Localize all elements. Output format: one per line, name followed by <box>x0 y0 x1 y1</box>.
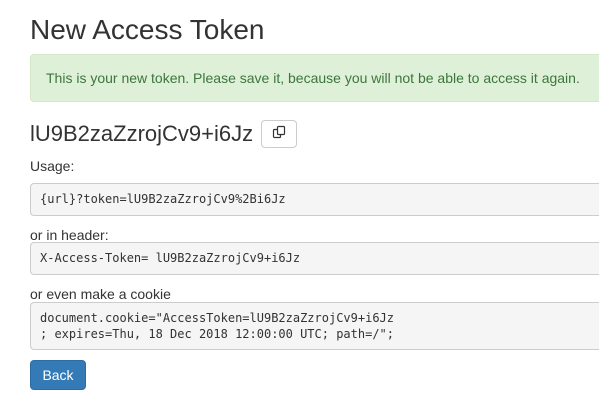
usage-label: Usage: <box>30 158 75 174</box>
alert-message: This is your new token. Please save it, … <box>46 70 580 86</box>
page-title: New Access Token <box>30 14 265 45</box>
token-row: lU9B2zaZzrojCv9+i6Jz <box>30 118 298 150</box>
copy-token-button[interactable] <box>261 120 298 148</box>
url-token-code[interactable]: {url}?token=lU9B2zaZzrojCv9%2Bi6Jz <box>30 183 599 216</box>
header-token-code[interactable]: X-Access-Token= lU9B2zaZzrojCv9+i6Jz <box>30 242 599 275</box>
success-alert: This is your new token. Please save it, … <box>30 54 599 102</box>
cookie-label: or even make a cookie <box>30 286 171 302</box>
cookie-code-line-2: ; expires=Thu, 18 Dec 2018 12:00:00 UTC;… <box>40 327 395 341</box>
cookie-code[interactable]: document.cookie="AccessToken=lU9B2zaZzro… <box>30 302 599 350</box>
cookie-code-line-1: document.cookie="AccessToken=lU9B2zaZzro… <box>40 311 395 325</box>
back-button[interactable]: Back <box>30 360 86 390</box>
token-value[interactable]: lU9B2zaZzrojCv9+i6Jz <box>30 118 253 150</box>
page: New Access Token This is your new token.… <box>0 0 599 415</box>
copy-icon <box>272 125 286 144</box>
